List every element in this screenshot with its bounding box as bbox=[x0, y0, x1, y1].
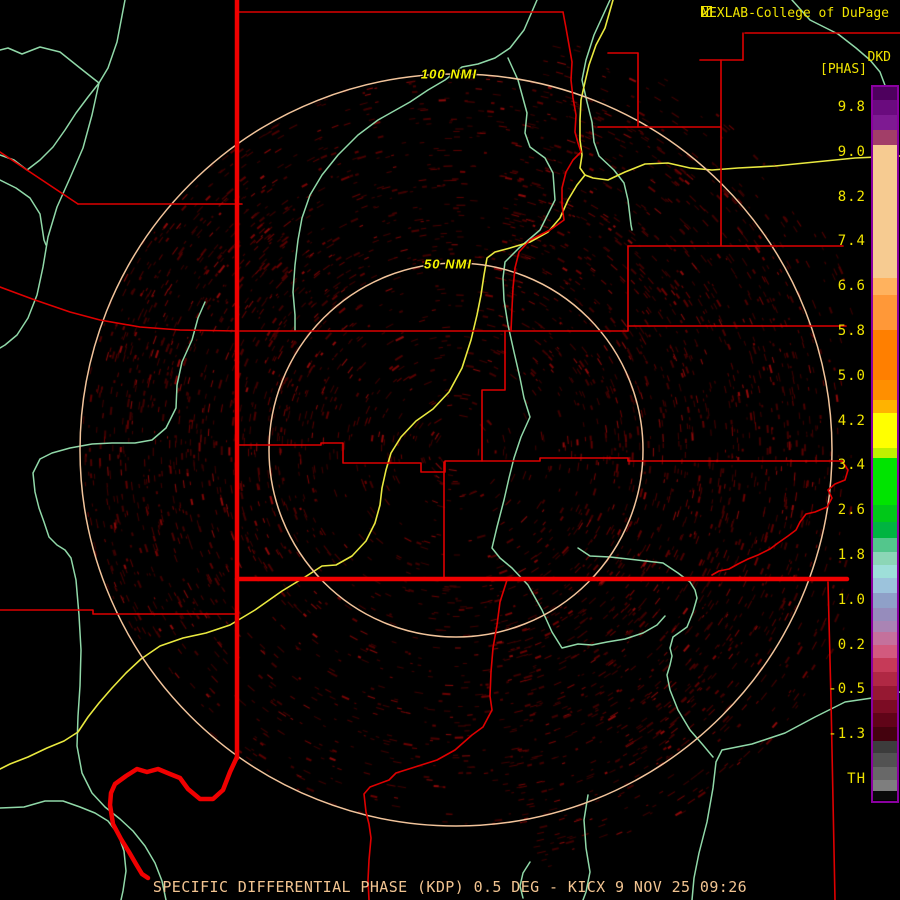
county-border bbox=[364, 580, 507, 900]
color-scale-stop bbox=[873, 608, 897, 621]
scale-tick-label: 1.0 bbox=[806, 593, 866, 607]
app-title: NEXLAB-College of DuPage bbox=[701, 6, 893, 21]
color-scale-stop bbox=[873, 505, 897, 522]
river-line bbox=[0, 801, 126, 900]
county-border bbox=[240, 326, 846, 331]
river-line bbox=[0, 180, 46, 245]
color-scale-stop bbox=[873, 115, 897, 130]
color-scale-stop bbox=[873, 400, 897, 413]
color-scale-stop bbox=[873, 522, 897, 538]
color-scale-stop bbox=[873, 552, 897, 565]
color-scale-stop bbox=[873, 538, 897, 552]
scale-tick-label: 3.4 bbox=[806, 458, 866, 472]
app-title-text: NEXLAB-College of DuPage bbox=[701, 6, 889, 21]
color-scale-stop bbox=[873, 645, 897, 658]
river-line bbox=[0, 83, 99, 170]
scale-tick-label: -0.5 bbox=[806, 682, 866, 696]
scale-units-label: [PHAS] bbox=[820, 62, 867, 77]
river-line bbox=[582, 0, 632, 230]
river-line bbox=[293, 0, 537, 330]
product-caption: SPECIFIC DIFFERENTIAL PHASE (KDP) 0.5 DE… bbox=[153, 878, 747, 896]
color-scale-stop bbox=[873, 145, 897, 278]
scale-tick-label: 1.8 bbox=[806, 548, 866, 562]
scale-tick-label: TH bbox=[806, 772, 866, 786]
map-layer bbox=[0, 0, 900, 900]
color-scale-stop bbox=[873, 791, 897, 800]
scale-tick-label: 2.6 bbox=[806, 503, 866, 517]
color-scale-stop bbox=[873, 458, 897, 505]
color-scale-stop bbox=[873, 700, 897, 713]
scale-tick-label: 0.2 bbox=[806, 638, 866, 652]
state-border bbox=[110, 757, 237, 878]
color-scale-stop bbox=[873, 727, 897, 741]
color-scale-stop bbox=[873, 686, 897, 700]
river-line bbox=[692, 692, 900, 900]
scale-product-id: DKD bbox=[868, 50, 891, 65]
radar-screen: 100 NMI 50 NMI NEXLAB-College of DuPage … bbox=[0, 0, 900, 900]
scale-tick-label: 5.8 bbox=[806, 324, 866, 338]
range-ring-label-100nmi: 100 NMI bbox=[421, 67, 477, 82]
color-scale-stop bbox=[873, 100, 897, 115]
river-line bbox=[33, 302, 205, 900]
color-scale-stop bbox=[873, 621, 897, 632]
range-ring-label-50nmi: 50 NMI bbox=[424, 257, 472, 272]
color-scale-stop bbox=[873, 380, 897, 400]
color-scale-stop bbox=[873, 565, 897, 578]
county-border bbox=[0, 610, 237, 614]
scale-tick-label: 6.6 bbox=[806, 279, 866, 293]
color-scale-stop bbox=[873, 767, 897, 780]
color-scale-stop bbox=[873, 672, 897, 686]
color-scale-stop bbox=[873, 658, 897, 672]
scale-tick-label: -1.3 bbox=[806, 727, 866, 741]
color-scale-stop bbox=[873, 278, 897, 295]
color-scale-stop bbox=[873, 741, 897, 753]
county-border bbox=[482, 331, 505, 461]
county-border bbox=[237, 443, 842, 472]
color-scale-stop bbox=[873, 130, 897, 145]
color-scale-stop bbox=[873, 578, 897, 593]
color-scale-stop bbox=[873, 330, 897, 380]
scale-tick-label: 9.8 bbox=[806, 100, 866, 114]
color-scale-stop bbox=[873, 87, 897, 100]
color-scale-stop bbox=[873, 413, 897, 448]
color-scale-stop bbox=[873, 593, 897, 608]
color-scale-stop bbox=[873, 632, 897, 645]
color-scale-bar bbox=[871, 85, 899, 803]
scale-tick-label: 8.2 bbox=[806, 190, 866, 204]
scale-tick-label: 7.4 bbox=[806, 234, 866, 248]
scale-tick-label: 4.2 bbox=[806, 414, 866, 428]
county-border bbox=[0, 152, 78, 204]
range-ring-100nmi bbox=[80, 74, 832, 826]
scale-tick-label: 9.0 bbox=[806, 145, 866, 159]
color-scale-stop bbox=[873, 713, 897, 727]
scale-tick-label: 5.0 bbox=[806, 369, 866, 383]
river-line bbox=[0, 47, 99, 83]
county-border bbox=[511, 12, 581, 331]
color-scale-stop bbox=[873, 780, 897, 791]
color-scale-stop bbox=[873, 753, 897, 767]
color-scale-stop bbox=[873, 295, 897, 330]
color-scale-stop bbox=[873, 448, 897, 458]
